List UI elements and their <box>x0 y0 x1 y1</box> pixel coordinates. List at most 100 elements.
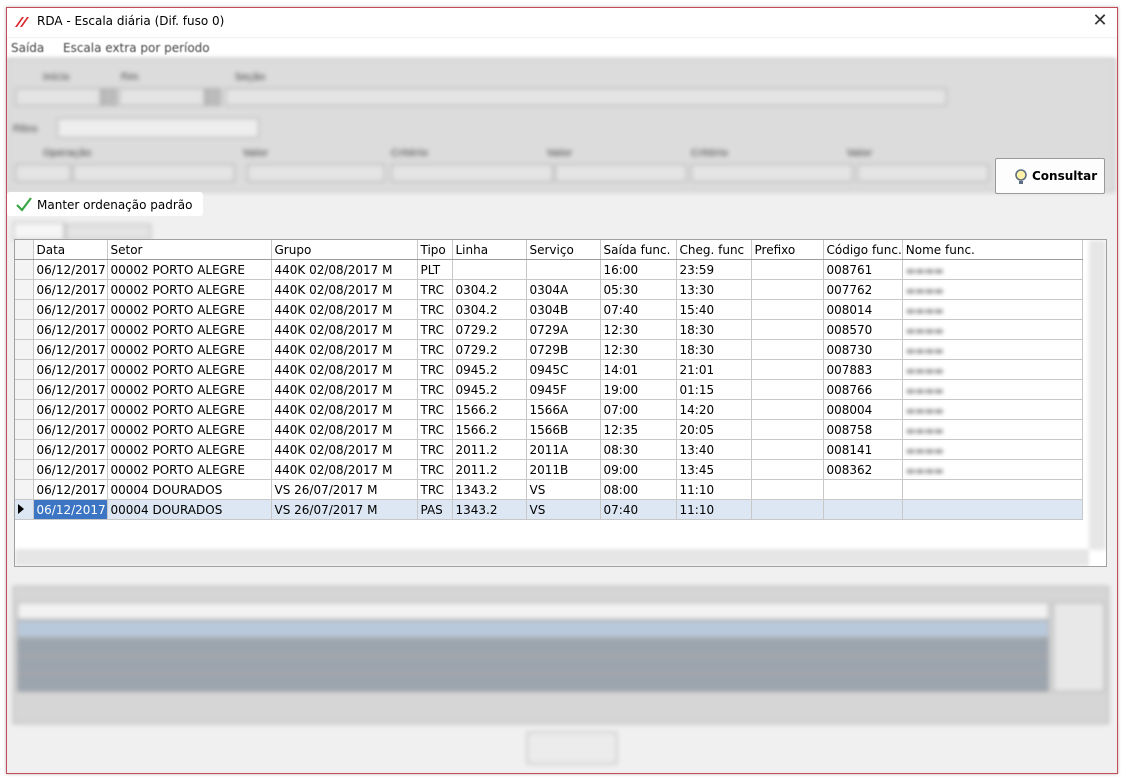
cell-tipo[interactable]: TRC <box>417 319 453 340</box>
cell-tipo[interactable]: TRC <box>417 399 453 420</box>
cell-grupo[interactable]: 440K 02/08/2017 M <box>271 459 418 480</box>
row-indicator[interactable] <box>15 279 34 300</box>
cell-tipo[interactable]: PAS <box>417 499 453 520</box>
table-row[interactable]: 06/12/2017 00002 PORTO ALEGRE 440K 02/08/2… <box>15 319 1083 340</box>
cell-tipo[interactable]: TRC <box>417 299 453 320</box>
row-indicator-arrow[interactable] <box>15 499 34 520</box>
cell-prefixo[interactable] <box>751 339 824 360</box>
cell-linha[interactable]: 2011.2 <box>452 459 527 480</box>
cell-linha[interactable]: 1343.2 <box>452 479 527 500</box>
row-indicator[interactable] <box>15 339 34 360</box>
cell-linha[interactable]: 2011.2 <box>452 439 527 460</box>
cell-servico[interactable]: 0304B <box>526 299 601 320</box>
cell-nome-redacted[interactable]: ▬▬▬▬ <box>902 279 1083 300</box>
cell-prefixo[interactable] <box>751 499 824 520</box>
manter-ordenacao-checkbox[interactable]: Manter ordenação padrão <box>7 192 203 216</box>
cell-servico[interactable]: 0729A <box>526 319 601 340</box>
cell-data[interactable]: 06/12/2017 <box>33 359 108 380</box>
cell-codigo[interactable]: 008730 <box>823 339 903 360</box>
cell-data[interactable]: 06/12/2017 <box>33 319 108 340</box>
cell-codigo[interactable]: 008570 <box>823 319 903 340</box>
cell-servico[interactable] <box>526 259 601 280</box>
cell-setor[interactable]: 00002 PORTO ALEGRE <box>107 439 272 460</box>
cell-saida[interactable]: 05:30 <box>600 279 677 300</box>
table-row[interactable]: 06/12/2017 00002 PORTO ALEGRE 440K 02/08/2… <box>15 279 1083 300</box>
col-header-data[interactable]: Data <box>33 240 108 260</box>
cell-prefixo[interactable] <box>751 399 824 420</box>
row-indicator[interactable] <box>15 439 34 460</box>
cell-tipo[interactable]: TRC <box>417 439 453 460</box>
cell-setor[interactable]: 00002 PORTO ALEGRE <box>107 379 272 400</box>
cell-cheg[interactable]: 20:05 <box>676 419 752 440</box>
cell-nome-redacted[interactable] <box>902 499 1083 520</box>
cell-data[interactable]: 06/12/2017 <box>33 279 108 300</box>
cell-grupo[interactable]: VS 26/07/2017 M <box>271 499 418 520</box>
cell-codigo[interactable] <box>823 479 903 500</box>
cell-cheg[interactable]: 11:10 <box>676 499 752 520</box>
cell-setor[interactable]: 00002 PORTO ALEGRE <box>107 339 272 360</box>
col-header-linha[interactable]: Linha <box>452 240 527 260</box>
cell-tipo[interactable]: TRC <box>417 359 453 380</box>
table-row[interactable]: 06/12/2017 00002 PORTO ALEGRE 440K 02/08/2… <box>15 419 1083 440</box>
cell-grupo[interactable]: 440K 02/08/2017 M <box>271 359 418 380</box>
cell-prefixo[interactable] <box>751 279 824 300</box>
cell-setor[interactable]: 00002 PORTO ALEGRE <box>107 299 272 320</box>
cell-grupo[interactable]: 440K 02/08/2017 M <box>271 339 418 360</box>
cell-codigo[interactable]: 008766 <box>823 379 903 400</box>
consult-button[interactable]: Consultar <box>995 158 1105 194</box>
cell-saida[interactable]: 08:30 <box>600 439 677 460</box>
cell-servico[interactable]: VS <box>526 479 601 500</box>
cell-data[interactable]: 06/12/2017 <box>33 259 108 280</box>
cell-cheg[interactable]: 01:15 <box>676 379 752 400</box>
cell-grupo[interactable]: 440K 02/08/2017 M <box>271 319 418 340</box>
cell-nome-redacted[interactable] <box>902 479 1083 500</box>
cell-prefixo[interactable] <box>751 359 824 380</box>
cell-cheg[interactable]: 18:30 <box>676 339 752 360</box>
cell-setor[interactable]: 00004 DOURADOS <box>107 499 272 520</box>
cell-codigo[interactable]: 008014 <box>823 299 903 320</box>
cell-linha[interactable]: 1566.2 <box>452 419 527 440</box>
cell-codigo[interactable] <box>823 499 903 520</box>
table-row[interactable]: 06/12/2017 00004 DOURADOS VS 26/07/2017 MP… <box>15 499 1083 520</box>
vertical-scrollbar[interactable] <box>1089 240 1106 550</box>
cell-cheg[interactable]: 21:01 <box>676 359 752 380</box>
cell-prefixo[interactable] <box>751 419 824 440</box>
cell-setor[interactable]: 00002 PORTO ALEGRE <box>107 419 272 440</box>
cell-servico[interactable]: 0945F <box>526 379 601 400</box>
table-row[interactable]: 06/12/2017 00002 PORTO ALEGRE 440K 02/08/2… <box>15 439 1083 460</box>
cell-prefixo[interactable] <box>751 319 824 340</box>
cell-saida[interactable]: 12:30 <box>600 319 677 340</box>
cell-servico[interactable]: VS <box>526 499 601 520</box>
cell-grupo[interactable]: 440K 02/08/2017 M <box>271 439 418 460</box>
cell-saida[interactable]: 08:00 <box>600 479 677 500</box>
cell-servico[interactable]: 0729B <box>526 339 601 360</box>
row-indicator[interactable] <box>15 419 34 440</box>
col-header-codigo[interactable]: Código func. <box>823 240 903 260</box>
cell-nome-redacted[interactable]: ▬▬▬▬ <box>902 339 1083 360</box>
cell-nome-redacted[interactable]: ▬▬▬▬ <box>902 439 1083 460</box>
cell-data[interactable]: 06/12/2017 <box>33 439 108 460</box>
cell-linha[interactable]: 1566.2 <box>452 399 527 420</box>
cell-tipo[interactable]: TRC <box>417 279 453 300</box>
cell-saida[interactable]: 12:35 <box>600 419 677 440</box>
cell-setor[interactable]: 00002 PORTO ALEGRE <box>107 259 272 280</box>
cell-linha[interactable]: 0304.2 <box>452 299 527 320</box>
close-button[interactable]: ✕ <box>1087 8 1113 34</box>
cell-nome-redacted[interactable]: ▬▬▬▬ <box>902 459 1083 480</box>
cell-tipo[interactable]: TRC <box>417 379 453 400</box>
cell-linha[interactable]: 0945.2 <box>452 379 527 400</box>
cell-cheg[interactable]: 13:30 <box>676 279 752 300</box>
table-row[interactable]: 06/12/2017 00002 PORTO ALEGRE 440K 02/08/2… <box>15 299 1083 320</box>
cell-data[interactable]: 06/12/2017 <box>33 399 108 420</box>
cell-data[interactable]: 06/12/2017 <box>33 479 108 500</box>
cell-setor[interactable]: 00002 PORTO ALEGRE <box>107 359 272 380</box>
cell-grupo[interactable]: 440K 02/08/2017 M <box>271 279 418 300</box>
cell-cheg[interactable]: 13:45 <box>676 459 752 480</box>
cell-data[interactable]: 06/12/2017 <box>33 419 108 440</box>
cell-grupo[interactable]: 440K 02/08/2017 M <box>271 399 418 420</box>
cell-servico[interactable]: 1566A <box>526 399 601 420</box>
cell-grupo[interactable]: VS 26/07/2017 M <box>271 479 418 500</box>
cell-prefixo[interactable] <box>751 459 824 480</box>
cell-codigo[interactable]: 008362 <box>823 459 903 480</box>
row-indicator[interactable] <box>15 459 34 480</box>
